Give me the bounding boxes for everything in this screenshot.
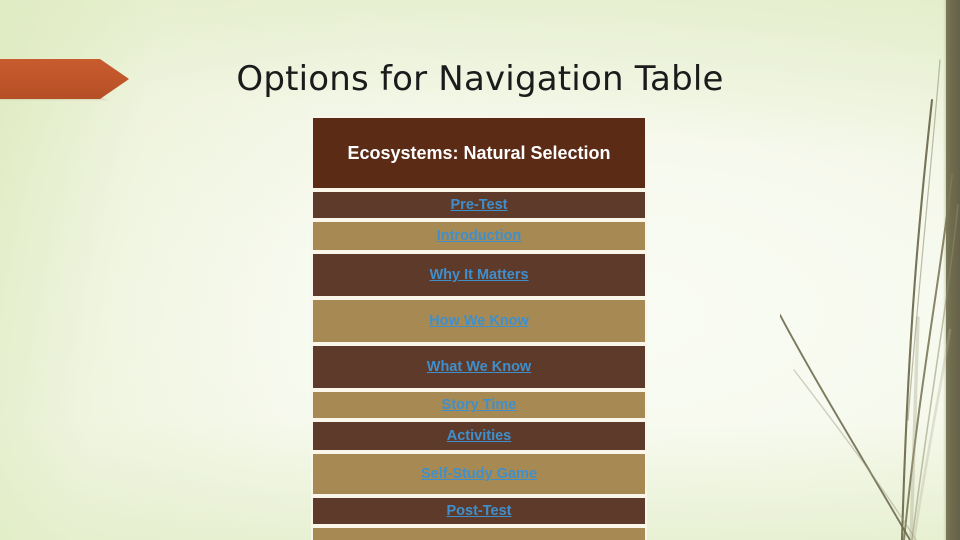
nav-link-how-we-know[interactable]: How We Know <box>313 313 645 329</box>
table-cell: How We Know <box>311 298 647 344</box>
table-cell: Glossary <box>311 526 647 540</box>
table-row[interactable]: How We Know <box>311 298 647 344</box>
nav-link-introduction[interactable]: Introduction <box>313 228 645 244</box>
table-header-row: Ecosystems: Natural Selection <box>311 116 647 190</box>
table-cell: Activities <box>311 420 647 452</box>
nav-link-what-we-know[interactable]: What We Know <box>313 359 645 375</box>
table-row[interactable]: Pre-Test <box>311 190 647 220</box>
table-cell: Introduction <box>311 220 647 252</box>
nav-link-pre-test[interactable]: Pre-Test <box>313 197 645 213</box>
table-cell: What We Know <box>311 344 647 390</box>
table-cell: Pre-Test <box>311 190 647 220</box>
nav-link-why-it-matters[interactable]: Why It Matters <box>313 267 645 283</box>
table-row[interactable]: Post-Test <box>311 496 647 526</box>
page-title: Options for Navigation Table <box>236 59 724 99</box>
table-row[interactable]: What We Know <box>311 344 647 390</box>
table-row[interactable]: Why It Matters <box>311 252 647 298</box>
table-row[interactable]: Glossary <box>311 526 647 540</box>
table-row[interactable]: Self-Study Game <box>311 452 647 496</box>
table-cell: Post-Test <box>311 496 647 526</box>
table-row[interactable]: Introduction <box>311 220 647 252</box>
table-row[interactable]: Activities <box>311 420 647 452</box>
nav-link-activities[interactable]: Activities <box>313 428 645 444</box>
nav-link-post-test[interactable]: Post-Test <box>313 503 645 519</box>
table-cell: Why It Matters <box>311 252 647 298</box>
table-header-cell: Ecosystems: Natural Selection <box>311 116 647 190</box>
table-cell: Story Time <box>311 390 647 420</box>
nav-link-self-study-game[interactable]: Self-Study Game <box>313 466 645 482</box>
table-cell: Self-Study Game <box>311 452 647 496</box>
nav-link-story-time[interactable]: Story Time <box>313 397 645 413</box>
navigation-table: Ecosystems: Natural Selection Pre-Test I… <box>311 116 647 540</box>
table-row[interactable]: Story Time <box>311 390 647 420</box>
slide-canvas: Options for Navigation Table Ecosystems:… <box>0 0 960 540</box>
